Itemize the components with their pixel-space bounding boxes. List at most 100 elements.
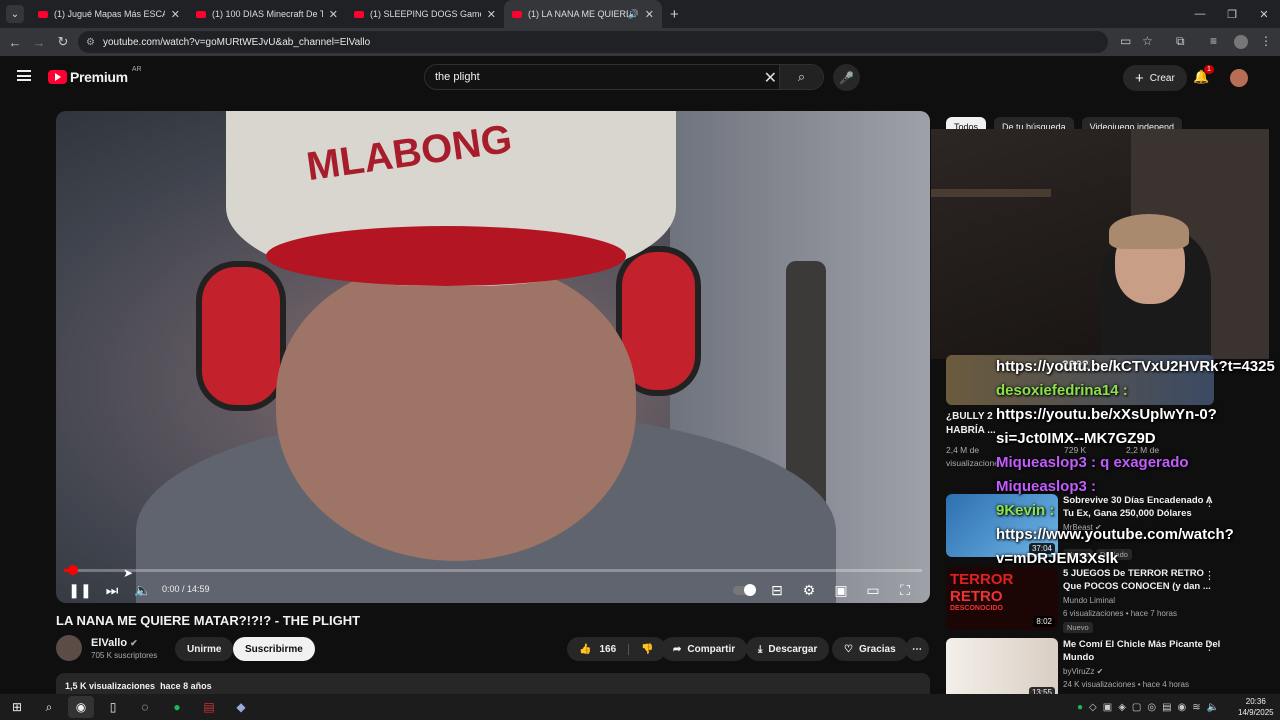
extensions-icon[interactable]: ⧉ — [1176, 34, 1185, 49]
file-icon[interactable]: ▯ — [100, 696, 126, 718]
site-info-icon[interactable]: ⚙ — [86, 37, 95, 48]
subscribe-button[interactable]: Suscribirme — [233, 637, 315, 661]
video-title: LA NANA ME QUIERE MATAR?!?!? - THE PLIGH… — [56, 613, 361, 628]
tab-title: (1) SLEEPING DOGS Gameplay — [370, 9, 481, 19]
channel-avatar[interactable] — [56, 635, 82, 661]
search-input[interactable]: the plight ✕ ⌕ — [424, 64, 824, 90]
video-player[interactable]: MLABONG ➤ ❚❚ ⏭ 🔈 0:00 / 14:59 ⊟ ⚙ ▣ ▭ ⛶ — [56, 111, 930, 603]
media-control-icon[interactable]: ≡ — [1210, 34, 1217, 48]
close-tab-icon[interactable]: ✕ — [171, 8, 180, 21]
browser-menu-icon[interactable]: ⋮ — [1260, 34, 1272, 48]
close-tab-icon[interactable]: ✕ — [645, 8, 654, 21]
webcam-person-hair — [1109, 214, 1189, 249]
bookmark-star-icon[interactable]: ☆ — [1142, 34, 1153, 48]
tab-3[interactable]: (1) SLEEPING DOGS Gameplay ✕ — [346, 0, 504, 28]
video-thumbnail: TERROR RETRO DESCONOCIDO 8:02 — [946, 567, 1058, 630]
youtube-premium-logo[interactable]: Premium AR — [48, 66, 142, 85]
clear-search-icon[interactable]: ✕ — [764, 68, 777, 88]
clock-date: 14/9/2025 — [1238, 708, 1274, 717]
stream-chat-overlay: https://youtu.be/kCTVxU2HVRk?t=4325 desox… — [996, 355, 1276, 571]
new-tab-button[interactable]: + — [670, 6, 679, 23]
wifi-icon[interactable]: ≋ — [1192, 702, 1200, 713]
settings-gear-icon[interactable]: ⚙ — [798, 577, 820, 603]
forward-icon[interactable]: → — [27, 35, 51, 50]
voice-search-mic-icon[interactable]: 🎤 — [833, 64, 860, 91]
speaker-icon[interactable]: 🔊 — [628, 9, 639, 20]
like-button[interactable]: 👍 166 👎 — [567, 637, 666, 661]
next-video-icon[interactable]: ⏭ — [102, 577, 122, 603]
tray-icon[interactable]: ▣ — [1103, 702, 1112, 713]
search-icon[interactable]: ⌕ — [779, 65, 823, 89]
like-count: 166 — [599, 643, 630, 655]
tray-icon[interactable]: ◈ — [1118, 702, 1126, 713]
restore-icon[interactable]: ❐ — [1216, 0, 1248, 28]
clock-time: 20:36 — [1245, 697, 1266, 706]
chrome-icon[interactable]: ◉ — [68, 696, 94, 718]
recommendation-item[interactable]: 13:55 Me Comí El Chicle Más Picante Del … — [946, 638, 1270, 702]
autoplay-toggle[interactable] — [732, 577, 756, 603]
cast-icon[interactable]: ▭ — [1120, 34, 1131, 48]
tray-icon[interactable]: ◇ — [1089, 702, 1097, 713]
create-button[interactable]: + Crear — [1123, 65, 1187, 91]
rec-menu-icon[interactable]: ⋮ — [1204, 640, 1215, 653]
system-clock[interactable]: 20:36 14/9/2025 — [1238, 696, 1274, 718]
join-button[interactable]: Unirme — [175, 637, 234, 661]
search-icon[interactable]: ⌕ — [36, 696, 62, 718]
volume-tray-icon[interactable]: 🔈 — [1207, 702, 1219, 713]
recommendation-item[interactable]: TERROR RETRO DESCONOCIDO 8:02 5 JUEGOS D… — [946, 567, 1270, 633]
close-window-icon[interactable]: ✕ — [1248, 0, 1280, 28]
verified-check-icon: ✔ — [1096, 667, 1104, 676]
profile-avatar[interactable] — [1234, 35, 1248, 49]
progress-bar[interactable] — [64, 565, 922, 575]
tray-icon[interactable]: ▤ — [1162, 702, 1171, 713]
channel-name[interactable]: ElVallo ✔ — [91, 637, 138, 649]
fullscreen-icon[interactable]: ⛶ — [894, 577, 916, 603]
app-icon[interactable]: ▤ — [196, 696, 222, 718]
video-frame-cap-brim — [266, 226, 626, 286]
window-controls: — ❐ ✕ — [1184, 0, 1280, 28]
app-icon[interactable]: ◌ — [132, 696, 158, 718]
tray-icon[interactable]: ◉ — [1178, 702, 1187, 713]
volume-icon[interactable]: 🔈 — [133, 577, 153, 603]
theater-mode-icon[interactable]: ▭ — [862, 577, 884, 603]
close-tab-icon[interactable]: ✕ — [329, 8, 338, 21]
tray-icon[interactable]: ▢ — [1132, 702, 1141, 713]
tray-icon[interactable]: ● — [1077, 702, 1083, 713]
subtitles-icon[interactable]: ⊟ — [766, 577, 788, 603]
browser-toolbar: ← → ↻ ⚙ youtube.com/watch?v=goMURtWEJvU&… — [0, 28, 1280, 56]
hamburger-menu-icon[interactable] — [17, 70, 31, 81]
thanks-heart-icon: ♡ — [844, 643, 853, 655]
duration-badge: 8:02 — [1033, 616, 1055, 627]
more-actions-icon[interactable]: ⋯ — [905, 637, 929, 661]
address-bar[interactable]: ⚙ youtube.com/watch?v=goMURtWEJvU&ab_cha… — [78, 31, 1108, 53]
tab-search-menu-button[interactable]: ⌄ — [6, 5, 24, 23]
chat-message: https://www.youtube.com/watch? — [996, 526, 1234, 543]
tab-1[interactable]: (1) Jugué Mapas Más ESCALOFR ✕ — [30, 0, 188, 28]
tab-4-active[interactable]: (1) LA NANA ME QUIERE M🔊 ✕ — [504, 0, 662, 28]
share-button[interactable]: ➦ Compartir — [661, 637, 748, 661]
tab-2[interactable]: (1) 100 DIAS Minecraft De TERR ✕ — [188, 0, 346, 28]
scrubber-handle[interactable] — [67, 565, 78, 575]
chat-message: https://youtu.be/kCTVxU2HVRk?t=4325 — [996, 358, 1275, 375]
app-icon[interactable]: ◆ — [228, 696, 254, 718]
minimize-icon[interactable]: — — [1184, 0, 1216, 28]
thanks-button[interactable]: ♡ Gracias — [832, 637, 908, 661]
system-tray: ● ◇ ▣ ◈ ▢ ◎ ▤ ◉ ≋ 🔈 — [1074, 694, 1222, 720]
reload-icon[interactable]: ↻ — [51, 34, 75, 50]
chat-message: desoxiefedrina14 : — [996, 382, 1128, 399]
back-icon[interactable]: ← — [3, 35, 27, 50]
chat-message: v=mDRJEM3Xslk — [996, 550, 1119, 567]
tray-icon[interactable]: ◎ — [1147, 702, 1156, 713]
pause-icon[interactable]: ❚❚ — [68, 577, 91, 603]
miniplayer-icon[interactable]: ▣ — [830, 577, 852, 603]
windows-start-icon[interactable]: ⊞ — [4, 696, 30, 718]
account-avatar[interactable] — [1230, 69, 1248, 87]
verified-check-icon: ✔ — [130, 638, 138, 648]
spotify-icon[interactable]: ● — [164, 696, 190, 718]
new-badge: Nuevo — [1063, 622, 1093, 633]
download-button[interactable]: ⤓ Descargar — [746, 637, 830, 661]
close-tab-icon[interactable]: ✕ — [487, 8, 496, 21]
thumb-text: DESCONOCIDO — [950, 605, 1003, 612]
notifications-bell-icon[interactable]: 🔔 1 — [1193, 65, 1214, 85]
webcam-shelf — [931, 189, 1051, 197]
